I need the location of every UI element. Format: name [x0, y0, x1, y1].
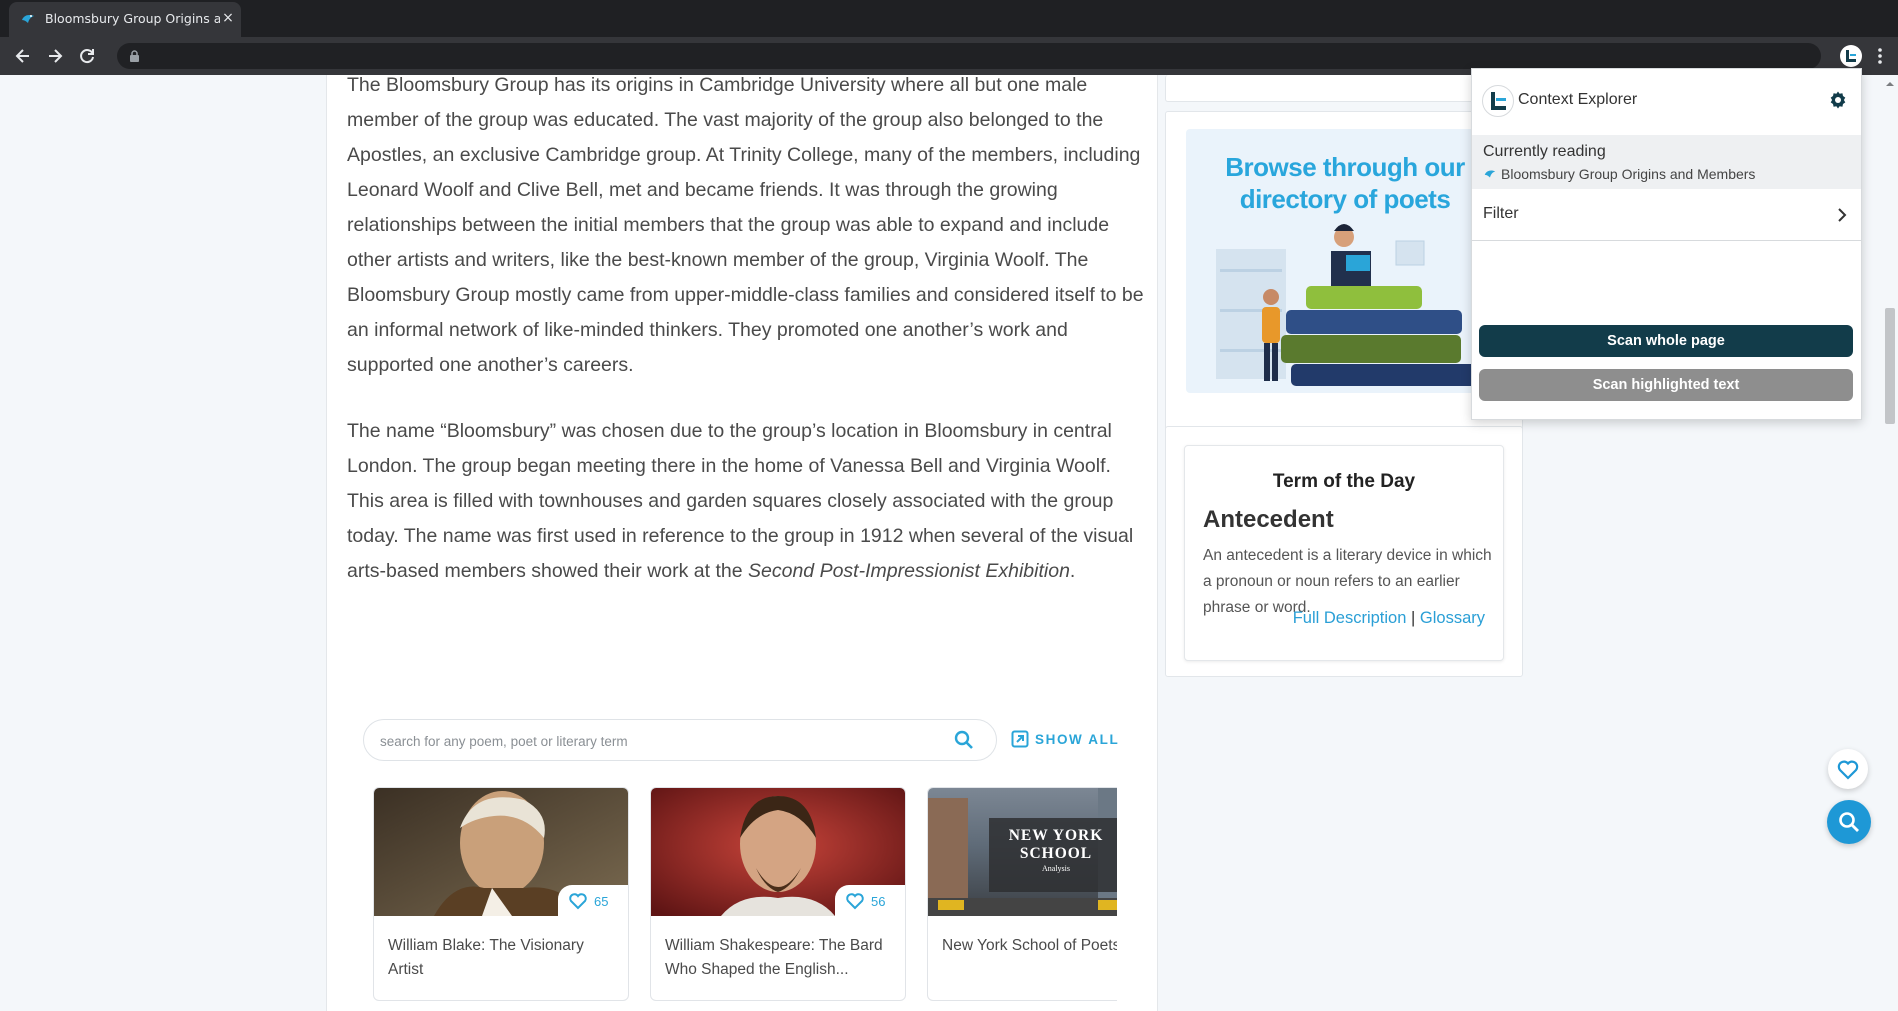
poet-cards-carousel: 65 William Blake: The Visionary Artist 5…: [373, 787, 1117, 1011]
show-all-button[interactable]: SHOW ALL: [1011, 727, 1119, 751]
term-of-the-day-heading: Term of the Day: [1272, 471, 1416, 492]
site-favicon-icon: [1484, 170, 1496, 178]
heart-icon: [569, 893, 587, 910]
popup-title: Context Explorer: [1518, 91, 1638, 108]
reload-icon[interactable]: [76, 45, 98, 67]
card-like-button[interactable]: 56: [835, 885, 905, 917]
lock-icon: [130, 50, 139, 62]
like-count: 56: [871, 893, 886, 909]
tab-close-icon[interactable]: ×: [220, 9, 236, 27]
card-title[interactable]: New York School of Poets: [942, 934, 1117, 958]
sidebar-top-card: [1165, 75, 1523, 102]
browser-tab-bar: Bloomsbury Group Origins and ×: [0, 0, 1898, 37]
glossary-link[interactable]: Glossary: [1420, 609, 1485, 627]
reading-people-illustration: [1216, 224, 1491, 386]
image-caption-line2: SCHOOL: [1019, 845, 1093, 862]
chevron-right-icon: [1838, 208, 1847, 222]
term-of-the-day-box: Term of the Day Antecedent An antecedent…: [1184, 445, 1504, 661]
poet-card[interactable]: 56 William Shakespeare: The Bard Who Sha…: [650, 787, 906, 1001]
gear-icon[interactable]: [1828, 90, 1848, 110]
image-caption-line1: NEW YORK: [1008, 827, 1104, 844]
address-bar[interactable]: [117, 43, 1821, 69]
article-paragraph-1: The Bloomsbury Group has its origins in …: [347, 75, 1144, 376]
scan-highlighted-text-button[interactable]: Scan highlighted text: [1479, 369, 1853, 401]
card-like-button[interactable]: 65: [558, 885, 628, 917]
term-name: Antecedent: [1203, 506, 1334, 533]
currently-reading-label: Currently reading: [1483, 143, 1606, 160]
like-count: 65: [594, 893, 609, 909]
filter-label: Filter: [1483, 205, 1519, 222]
show-all-label: SHOW ALL: [1035, 731, 1120, 747]
site-favicon-icon: [22, 15, 34, 23]
currently-reading-section: Currently reading Bloomsbury Group Origi…: [1472, 135, 1861, 189]
heart-icon: [846, 893, 864, 910]
poet-card[interactable]: NEW YORK SCHOOL Analysis New York School…: [927, 787, 1117, 1001]
article-column: The Bloomsbury Group has its origins in …: [326, 75, 1158, 1011]
heart-icon: [1837, 760, 1859, 780]
article-paragraph-2: The name “Bloomsbury” was chosen due to …: [347, 414, 1147, 589]
term-of-the-day-card: Term of the Day Antecedent An antecedent…: [1165, 426, 1523, 677]
favorites-button[interactable]: [1828, 749, 1868, 789]
scroll-up-arrow-icon[interactable]: [1882, 77, 1898, 91]
card-title[interactable]: William Shakespeare: The Bard Who Shaped…: [665, 934, 893, 982]
full-description-link[interactable]: Full Description: [1293, 609, 1407, 627]
tab-title: Bloomsbury Group Origins and: [45, 11, 220, 26]
extension-icon[interactable]: [1840, 45, 1862, 67]
paragraph-2-text: The name “Bloomsbury” was chosen due to …: [347, 420, 1134, 582]
currently-reading-title: Bloomsbury Group Origins and Members: [1501, 166, 1756, 182]
forward-arrow-icon[interactable]: [44, 45, 66, 67]
poem-search-input[interactable]: [378, 720, 952, 762]
promo-banner[interactable]: Browse through our directory of poets: [1186, 129, 1504, 393]
search-icon[interactable]: [954, 730, 974, 750]
page-scrollbar[interactable]: [1882, 75, 1898, 1011]
term-links: Full Description | Glossary: [1293, 609, 1485, 628]
back-arrow-icon[interactable]: [12, 45, 34, 67]
card-title[interactable]: William Blake: The Visionary Artist: [388, 934, 616, 982]
link-separator: |: [1411, 609, 1416, 627]
currently-reading-row: Bloomsbury Group Origins and Members: [1483, 166, 1755, 182]
context-explorer-logo-icon: [1482, 85, 1514, 117]
new-york-school-image: NEW YORK SCHOOL Analysis: [928, 788, 1117, 916]
poet-card[interactable]: 65 William Blake: The Visionary Artist: [373, 787, 629, 1001]
browser-tab[interactable]: Bloomsbury Group Origins and ×: [9, 2, 241, 37]
open-external-icon: [1011, 730, 1029, 748]
image-caption-line3: Analysis: [1042, 864, 1070, 873]
search-icon: [1839, 812, 1859, 832]
floating-search-button[interactable]: [1827, 800, 1871, 844]
paragraph-2-end: .: [1069, 560, 1076, 582]
browser-menu-icon[interactable]: [1871, 45, 1889, 67]
poem-search-bar: [363, 719, 997, 762]
exhibition-title: Second Post-Impressionist Exhibition: [748, 560, 1070, 582]
filter-row[interactable]: Filter: [1472, 190, 1861, 241]
context-explorer-popup: Context Explorer Currently reading Bloom…: [1471, 68, 1862, 420]
scan-whole-page-button[interactable]: Scan whole page: [1479, 325, 1853, 357]
scrollbar-thumb[interactable]: [1885, 308, 1895, 424]
